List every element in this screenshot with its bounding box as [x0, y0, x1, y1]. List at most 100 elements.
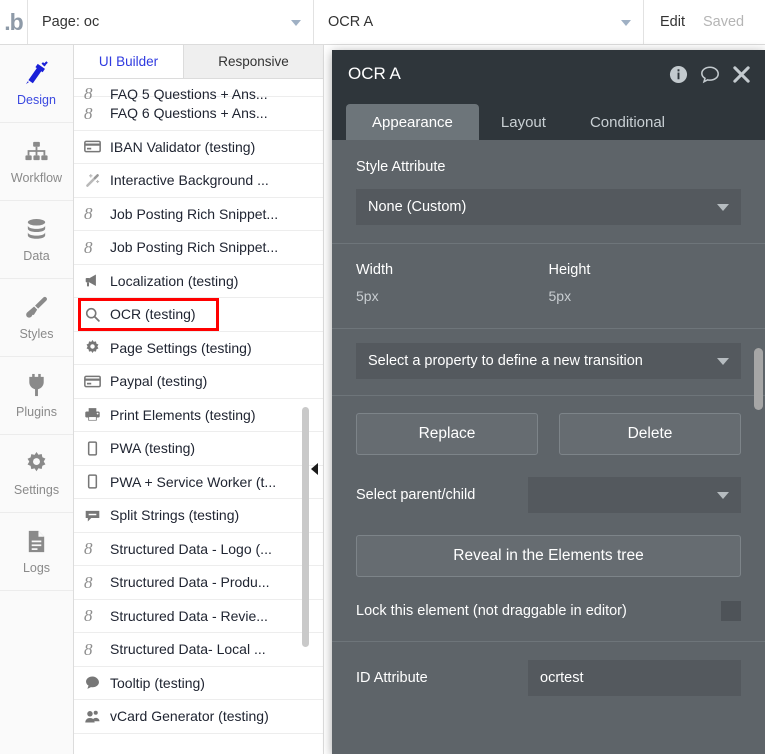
width-value[interactable]: 5px [356, 288, 379, 304]
width-label: Width [356, 262, 549, 278]
delete-button[interactable]: Delete [559, 413, 741, 455]
element-row-label: Structured Data - Produ... [110, 574, 270, 590]
page-select-value: Page: oc [42, 14, 99, 30]
plugin-icon: 8 [84, 607, 110, 624]
element-row[interactable]: PWA (testing) [74, 432, 323, 466]
id-attribute-value: ocrtest [540, 670, 584, 686]
element-row[interactable]: 8Structured Data - Logo (... [74, 533, 323, 567]
mobile-phone-icon [84, 440, 110, 457]
plug-icon [24, 373, 49, 399]
height-value[interactable]: 5px [549, 288, 572, 304]
rail-item-label: Logs [23, 561, 50, 575]
element-row[interactable]: Print Elements (testing) [74, 399, 323, 433]
property-panel-tabs: Appearance Layout Conditional [332, 98, 765, 140]
plugin-icon: 8 [84, 105, 110, 122]
info-icon[interactable] [669, 65, 688, 84]
element-row-label: IBAN Validator (testing) [110, 139, 255, 155]
element-row[interactable]: 8Structured Data- Local ... [74, 633, 323, 667]
rail-item-label: Plugins [16, 405, 57, 419]
rail-item-logs[interactable]: Logs [0, 513, 73, 591]
mobile-phone-icon [84, 473, 110, 490]
tab-conditional[interactable]: Conditional [568, 104, 687, 140]
plugin-icon: 8 [84, 239, 110, 256]
element-row-label: Structured Data - Revie... [110, 608, 268, 624]
element-row[interactable]: 8Job Posting Rich Snippet... [74, 231, 323, 265]
bubble-logo-glyph: .b [4, 11, 22, 34]
element-row[interactable]: 8Structured Data - Produ... [74, 566, 323, 600]
lock-element-checkbox[interactable] [721, 601, 741, 621]
property-panel-scrollbar[interactable] [754, 348, 763, 410]
parent-child-select[interactable] [528, 477, 741, 513]
bubble-editor-window: .b Page: oc OCR A Edit Saved DesignWorkf… [0, 0, 765, 754]
property-panel-header: OCR A [332, 50, 765, 98]
element-row[interactable]: 8FAQ 5 Questions + Ans... [74, 79, 323, 97]
element-rows: 8FAQ 5 Questions + Ans...8FAQ 6 Question… [74, 79, 323, 754]
contacts-icon [84, 708, 110, 725]
element-row-label: Split Strings (testing) [110, 507, 239, 523]
rail-item-data[interactable]: Data [0, 201, 73, 279]
element-row[interactable]: Split Strings (testing) [74, 499, 323, 533]
style-attribute-select[interactable]: None (Custom) [356, 189, 741, 225]
bubble-logo[interactable]: .b [0, 0, 28, 44]
reveal-in-elements-tree-button[interactable]: Reveal in the Elements tree [356, 535, 741, 577]
element-list-scrollbar[interactable] [302, 407, 309, 647]
element-row-label: Page Settings (testing) [110, 340, 252, 356]
element-row-label: PWA (testing) [110, 440, 195, 456]
replace-button[interactable]: Replace [356, 413, 538, 455]
chevron-down-icon [717, 492, 729, 499]
transition-select[interactable]: Select a property to define a new transi… [356, 343, 741, 379]
plugin-icon: 8 [84, 540, 110, 557]
element-row-label: PWA + Service Worker (t... [110, 474, 276, 490]
id-attribute-row: ID Attribute ocrtest [356, 660, 741, 696]
height-field: Height 5px [549, 262, 742, 306]
style-attribute-section: Style Attribute None (Custom) [332, 140, 765, 244]
element-row[interactable]: Localization (testing) [74, 265, 323, 299]
element-row[interactable]: 8Structured Data - Revie... [74, 600, 323, 634]
chevron-down-icon [621, 20, 631, 26]
id-attribute-input[interactable]: ocrtest [528, 660, 741, 696]
element-row[interactable]: PWA + Service Worker (t... [74, 466, 323, 500]
element-row[interactable]: Paypal (testing) [74, 365, 323, 399]
rail-item-design[interactable]: Design [0, 45, 73, 123]
magic-wand-icon [84, 172, 110, 189]
transition-section: Select a property to define a new transi… [332, 329, 765, 396]
element-row-label: Interactive Background ... [110, 172, 269, 188]
credit-card-icon [84, 373, 110, 390]
element-row[interactable]: IBAN Validator (testing) [74, 131, 323, 165]
element-select-value: OCR A [328, 14, 373, 30]
comment-icon[interactable] [700, 65, 720, 84]
element-row-label: Structured Data - Logo (... [110, 541, 272, 557]
element-row[interactable]: 8FAQ 6 Questions + Ans... [74, 97, 323, 131]
collapse-panel-arrow-icon[interactable] [311, 463, 318, 475]
lock-element-label: Lock this element (not draggable in edit… [356, 603, 627, 619]
element-row-selected[interactable]: OCR (testing) [74, 298, 323, 332]
element-select[interactable]: OCR A [314, 0, 644, 44]
plugin-icon: 8 [84, 205, 110, 222]
tab-layout[interactable]: Layout [479, 104, 568, 140]
rail-item-settings[interactable]: Settings [0, 435, 73, 513]
element-row[interactable]: vCard Generator (testing) [74, 700, 323, 734]
element-row[interactable]: Page Settings (testing) [74, 332, 323, 366]
rail-item-plugins[interactable]: Plugins [0, 357, 73, 435]
style-attribute-label: Style Attribute [356, 159, 445, 175]
close-icon[interactable] [732, 65, 751, 84]
element-row[interactable]: 8Job Posting Rich Snippet... [74, 198, 323, 232]
tab-appearance[interactable]: Appearance [346, 104, 479, 140]
rail-item-workflow[interactable]: Workflow [0, 123, 73, 201]
parent-child-label: Select parent/child [356, 487, 475, 503]
tab-ui-builder[interactable]: UI Builder [74, 45, 184, 78]
edit-button[interactable]: Edit [660, 14, 685, 30]
property-panel-title: OCR A [348, 64, 401, 84]
element-row[interactable]: Tooltip (testing) [74, 667, 323, 701]
page-select[interactable]: Page: oc [28, 0, 314, 44]
plugin-icon: 8 [84, 641, 110, 658]
element-row-label: Paypal (testing) [110, 373, 207, 389]
rail-item-styles[interactable]: Styles [0, 279, 73, 357]
rail-item-label: Settings [14, 483, 59, 497]
tab-responsive[interactable]: Responsive [184, 45, 323, 78]
element-row-label: FAQ 6 Questions + Ans... [110, 105, 268, 121]
rail-item-label: Design [17, 93, 56, 107]
element-row[interactable]: Interactive Background ... [74, 164, 323, 198]
paintbrush-icon [24, 295, 49, 321]
property-panel-body: Style Attribute None (Custom) Width 5px … [332, 140, 765, 714]
